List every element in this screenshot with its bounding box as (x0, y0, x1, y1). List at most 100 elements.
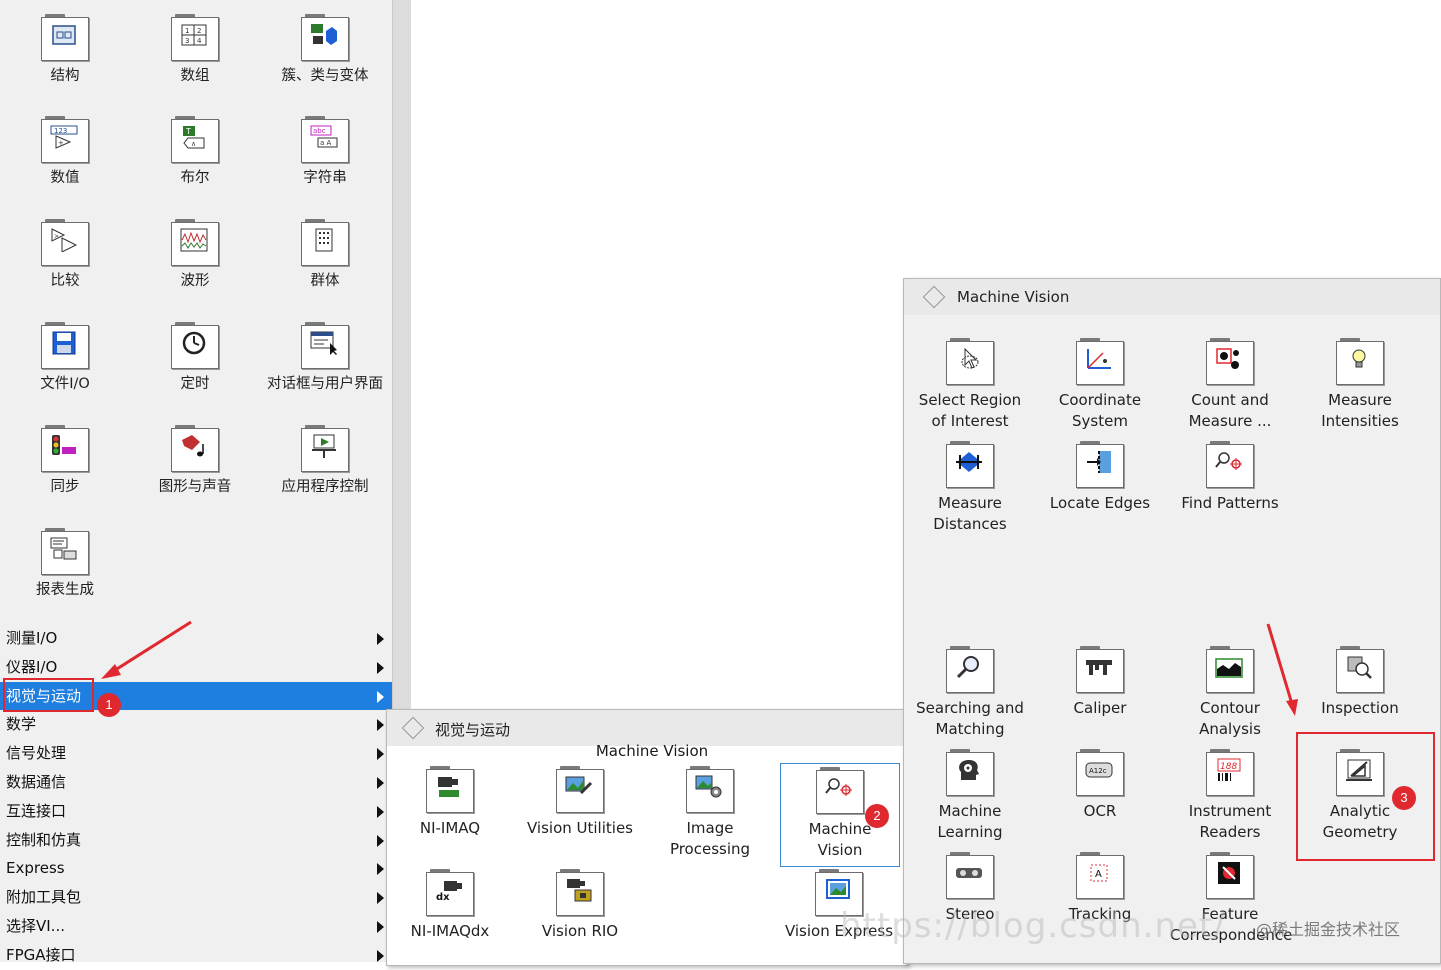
submenu-arrow-icon (377, 949, 384, 962)
svg-text:abc: abc (313, 127, 326, 135)
mv-item-caliper[interactable]: Caliper (1040, 646, 1160, 719)
palette-item-string[interactable]: abc a A 字符串 (260, 116, 390, 188)
category-item[interactable]: 控制和仿真 (0, 826, 392, 855)
vm-item-vision-rio[interactable]: Vision RIO (525, 869, 635, 942)
palette-item-label: 结构 (50, 68, 80, 84)
vision-rio-icon (567, 879, 592, 902)
svg-text:a A: a A (320, 139, 332, 147)
palette-item-label: 群体 (310, 273, 340, 289)
svg-text:>: > (54, 233, 59, 240)
application-control-icon (312, 434, 336, 458)
measure-distances-icon (956, 452, 982, 472)
submenu-arrow-icon (377, 834, 384, 847)
submenu-arrow-icon (377, 805, 384, 818)
palette-item-comparison[interactable]: > 比较 (0, 219, 130, 291)
numeric-icon: 123 + (50, 125, 78, 149)
palette-item-label: 应用程序控制 (281, 479, 369, 495)
category-item[interactable]: 信号处理 (0, 739, 392, 768)
searching-matching-icon (956, 656, 979, 679)
category-item[interactable]: 选择VI... (0, 912, 392, 941)
palette-item-file-io[interactable]: 文件I/O (0, 322, 130, 394)
ni-imaq-icon (438, 777, 459, 797)
mv-item-count-measure[interactable]: Count and Measure ... (1170, 338, 1290, 432)
mv-item-coordinate-system[interactable]: Coordinate System (1040, 338, 1160, 432)
pin-icon[interactable] (401, 716, 425, 740)
submenu-arrow-icon (377, 920, 384, 933)
category-item[interactable]: Express (0, 854, 392, 883)
palette-item-collection[interactable]: 群体 (260, 219, 390, 291)
mv-item-machine-learning[interactable]: Machine Learning (910, 749, 1030, 843)
select-roi-icon (961, 347, 979, 369)
svg-text:1: 1 (185, 27, 189, 35)
step-badge-2: 2 (865, 804, 889, 828)
palette-item-graphics-sound[interactable]: 图形与声音 (130, 425, 260, 497)
category-list: 测量I/O 仪器I/O 视觉与运动 数学 信号处理 数据通信 互连接口 控制和仿… (0, 624, 392, 970)
palette-item-label: 簇、类与变体 (281, 68, 369, 84)
mv-item-select-roi[interactable]: Select Region of Interest (910, 338, 1030, 432)
submenu-arrow-icon (377, 776, 384, 789)
svg-text:A12c: A12c (1089, 767, 1107, 775)
svg-text:4: 4 (197, 37, 202, 45)
svg-text:3: 3 (185, 37, 189, 45)
submenu-arrow-icon (377, 863, 384, 876)
palette-item-waveform[interactable]: 波形 (130, 219, 260, 291)
palette-item-label: 同步 (50, 479, 80, 495)
pin-icon[interactable] (922, 285, 946, 309)
ocr-icon: A12c (1085, 762, 1113, 778)
vm-item-vision-utilities[interactable]: Vision Utilities (525, 766, 635, 839)
mv-item-instrument-readers[interactable]: 188 Instrument Readers (1170, 749, 1290, 843)
palette-item-timing[interactable]: 定时 (130, 322, 260, 394)
vm-item-image-processing[interactable]: Image Processing (655, 766, 765, 860)
coordinate-system-icon (1087, 349, 1111, 369)
vm-item-ni-imaqdx[interactable]: dx NI-IMAQdx (400, 869, 500, 942)
palette-item-label: 文件I/O (40, 376, 90, 392)
mv-item-find-patterns[interactable]: Find Patterns (1170, 441, 1290, 514)
palette-item-synchronization[interactable]: 同步 (0, 425, 130, 497)
palette-item-boolean[interactable]: T ∧ 布尔 (130, 116, 260, 188)
category-item[interactable]: 数学 (0, 710, 392, 739)
palette-item-cluster[interactable]: 簇、类与变体 (260, 14, 390, 86)
red-arrow-1 (101, 620, 192, 679)
palette-item-structures[interactable]: 结构 (0, 14, 130, 86)
ni-imaqdx-icon: dx (436, 881, 462, 902)
palette-item-dialog-ui[interactable]: 对话框与用户界面 (260, 322, 390, 394)
measure-intensities-icon (1352, 349, 1366, 368)
mv-item-inspection[interactable]: Inspection (1300, 646, 1420, 719)
mv-item-measure-distances[interactable]: Measure Distances (910, 441, 1030, 535)
palette-item-label: 数值 (50, 170, 80, 186)
palette-item-label: 比较 (50, 273, 80, 289)
svg-text:+: + (58, 139, 64, 147)
instrument-readers-icon: 188 (1217, 758, 1241, 781)
palette-item-numeric[interactable]: 123 + 数值 (0, 116, 130, 188)
submenu-arrow-icon (377, 892, 384, 905)
mv-item-ocr[interactable]: A12c OCR (1040, 749, 1160, 822)
category-item[interactable]: FPGA接口 (0, 941, 392, 970)
mv-item-measure-intensities[interactable]: Measure Intensities (1300, 338, 1420, 432)
palette-item-array[interactable]: 12 34 数组 (130, 14, 260, 86)
watermark-url: https://blog.csdn.net/ (840, 906, 1226, 946)
step-badge-3: 3 (1392, 786, 1416, 810)
palette-item-label: 字符串 (303, 170, 347, 186)
image-processing-icon (695, 775, 722, 798)
dialog-ui-icon (310, 331, 337, 355)
svg-text:dx: dx (436, 892, 450, 902)
mv-item-searching-matching[interactable]: Searching and Matching (910, 646, 1030, 740)
red-arrow-3 (1266, 623, 1298, 716)
category-item[interactable]: 测量I/O (0, 624, 392, 653)
svg-text:188: 188 (1220, 762, 1237, 772)
svg-text:123: 123 (54, 127, 67, 135)
comparison-icon: > (51, 228, 78, 252)
palette-item-report[interactable]: 报表生成 (0, 528, 130, 600)
highlight-box-1 (3, 678, 94, 712)
category-item[interactable]: 互连接口 (0, 797, 392, 826)
caliper-icon (1086, 660, 1112, 675)
section-header: Machine Vision (595, 742, 709, 760)
collection-icon (315, 228, 333, 252)
category-item[interactable]: 附加工具包 (0, 883, 392, 912)
vision-express-icon (826, 879, 850, 899)
category-item[interactable]: 数据通信 (0, 768, 392, 797)
svg-text:2: 2 (197, 27, 201, 35)
palette-item-app-control[interactable]: 应用程序控制 (260, 425, 390, 497)
mv-item-locate-edges[interactable]: Locate Edges (1040, 441, 1160, 514)
vm-item-ni-imaq[interactable]: NI-IMAQ (400, 766, 500, 839)
